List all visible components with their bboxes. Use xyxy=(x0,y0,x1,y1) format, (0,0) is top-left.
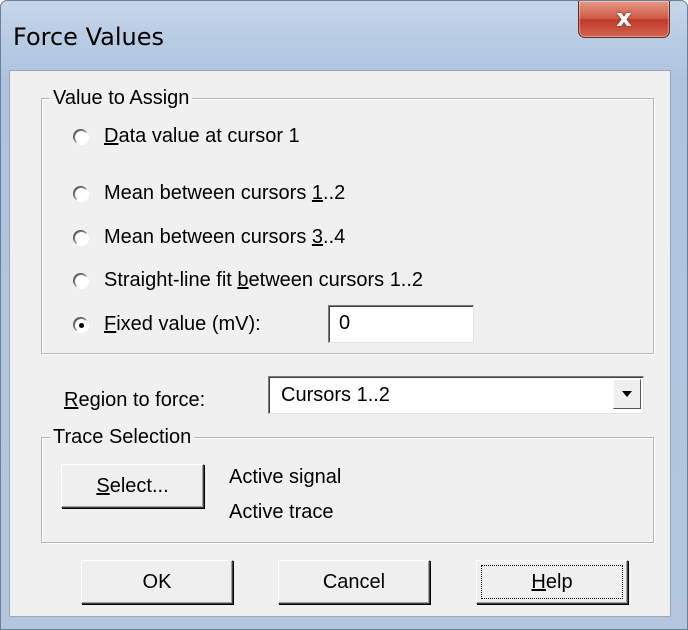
region-to-force-label: Region to force: xyxy=(64,389,206,411)
close-icon: x xyxy=(616,4,632,32)
dialog-title: Force Values xyxy=(13,23,164,51)
region-to-force-dropdown[interactable]: Cursors 1..2 xyxy=(268,376,644,414)
value-to-assign-legend: Value to Assign xyxy=(50,86,193,110)
radio-label: Fixed value (mV): xyxy=(104,313,261,335)
close-button[interactable]: x xyxy=(578,1,670,38)
dialog-window: Force Values x Value to Assign Data valu… xyxy=(0,0,688,630)
fixed-value-text: 0 xyxy=(339,312,351,334)
radio-label: Mean between cursors 3..4 xyxy=(104,226,346,248)
ok-button[interactable]: OK xyxy=(81,560,233,604)
fixed-value-input[interactable]: 0 xyxy=(328,305,474,343)
radio-label: Data value at cursor 1 xyxy=(104,125,300,147)
region-selected-value: Cursors 1..2 xyxy=(281,384,390,406)
active-signal-text: Active signal xyxy=(229,466,342,488)
radio-button-checked[interactable] xyxy=(74,318,89,333)
radio-button[interactable] xyxy=(74,274,89,289)
radio-label: Mean between cursors 1..2 xyxy=(104,182,346,204)
help-button[interactable]: Help xyxy=(476,560,628,604)
radio-button[interactable] xyxy=(74,130,89,145)
cancel-button[interactable]: Cancel xyxy=(278,560,430,604)
chevron-down-icon[interactable] xyxy=(613,379,641,409)
active-trace-text: Active trace xyxy=(229,501,334,523)
focus-rectangle xyxy=(481,565,623,599)
trace-selection-legend: Trace Selection xyxy=(50,425,195,449)
radio-label: Straight-line fit between cursors 1..2 xyxy=(104,269,424,291)
select-button[interactable]: Select... xyxy=(61,464,204,508)
radio-button[interactable] xyxy=(74,231,89,246)
dialog-client-area: Value to Assign Data value at cursor 1 M… xyxy=(9,70,671,617)
radio-button[interactable] xyxy=(74,187,89,202)
